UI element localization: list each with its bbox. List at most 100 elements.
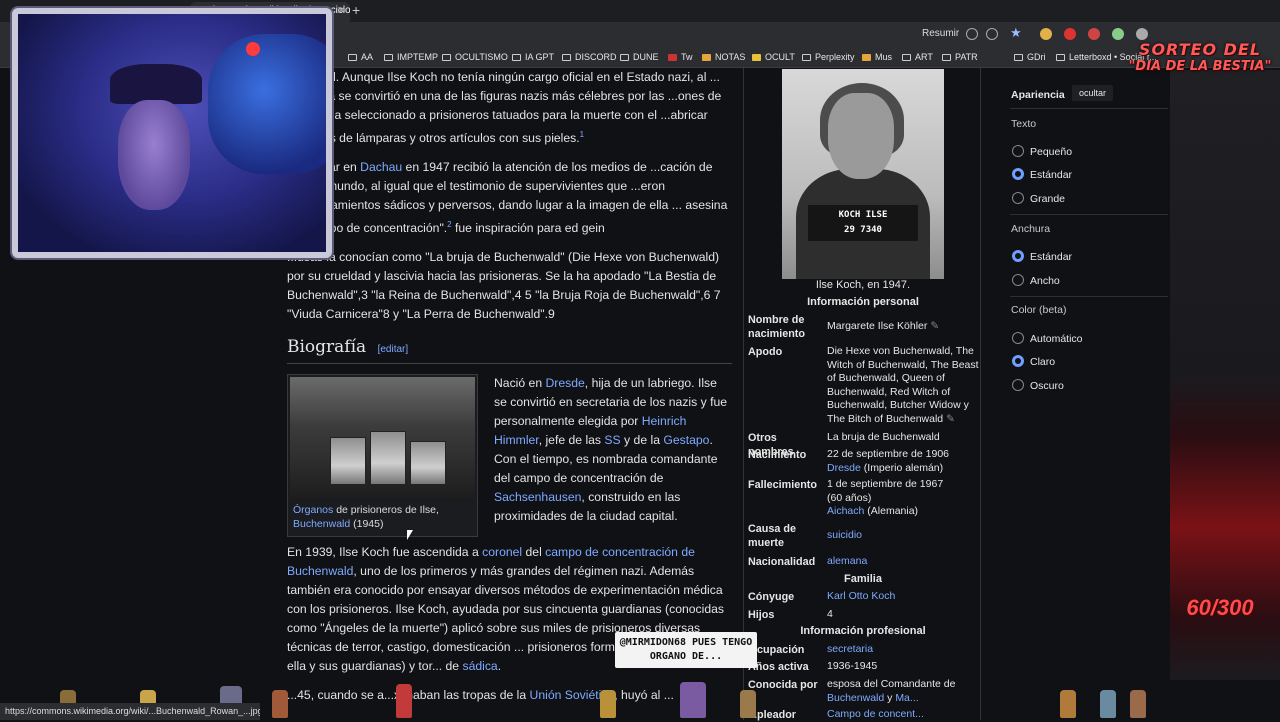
appearance-title: Apariencia — [1011, 89, 1065, 101]
more-icon[interactable] — [986, 28, 998, 40]
chat-message-bubble: @MIRMIDON68 PUES TENGO ORGANO DE... — [615, 632, 757, 668]
radio-icon — [1012, 274, 1024, 286]
section-heading: Biografía [editar] — [287, 338, 732, 365]
infobox: KOCH ILSE 29 7340 Ilse Koch, en 1947. In… — [743, 68, 981, 721]
radio-width-wide[interactable]: Ancho — [1012, 274, 1060, 287]
infobox-section-personal: Información personal — [807, 296, 919, 308]
folder-icon — [702, 54, 711, 61]
bookmark-folder[interactable]: DUNE — [620, 52, 659, 62]
link-dachau[interactable]: Dachau — [360, 160, 402, 174]
radio-icon — [1012, 332, 1024, 344]
giveaway-title: SORTEO DEL "DIA DE LA BESTIA" — [1128, 40, 1272, 74]
link-alemana[interactable]: alemana — [827, 555, 979, 569]
bookmark-gdrive[interactable]: GDri — [1014, 52, 1046, 62]
streamer-hat — [110, 64, 202, 104]
giveaway-counter: 60/300 — [1186, 595, 1254, 620]
drive-icon — [1014, 54, 1023, 61]
folder-icon — [512, 54, 521, 61]
ilse-koch-portrait[interactable]: KOCH ILSE 29 7340 — [782, 69, 944, 279]
twitter-icon — [668, 54, 677, 61]
figure-organos: Órganos de prisioneros de Ilse, Buchenwa… — [287, 374, 478, 538]
bookmark-folder[interactable]: IA GPT — [512, 52, 554, 62]
bookmark-twitter[interactable]: Tw — [668, 52, 693, 62]
folder-icon — [752, 54, 761, 61]
extension-icon[interactable] — [1088, 28, 1100, 40]
radio-text-small[interactable]: Pequeño — [1012, 145, 1072, 158]
edit-section-link[interactable]: editar — [380, 344, 405, 355]
patreon-icon — [942, 54, 951, 61]
folder-icon — [348, 54, 357, 61]
bookmark-patreon[interactable]: PATR — [942, 52, 978, 62]
intro-paragraph-3: ...usas la conocían como "La bruja de Bu… — [287, 250, 721, 322]
radio-color-dark[interactable]: Oscuro — [1012, 379, 1064, 392]
radio-text-large[interactable]: Grande — [1012, 192, 1065, 205]
radio-icon — [1012, 379, 1024, 391]
extension-icon[interactable] — [1040, 28, 1052, 40]
streamer-face — [118, 100, 190, 210]
monster-eye — [246, 42, 260, 56]
bookmark-art[interactable]: ART — [902, 52, 933, 62]
bookmark-folder[interactable]: Mus — [862, 52, 892, 62]
bookmark-star-icon[interactable]: ★ — [1010, 26, 1022, 39]
edit-pencil-icon[interactable]: ✎ — [930, 320, 939, 332]
link-aichach[interactable]: Aichach — [827, 505, 864, 517]
color-group-label: Color (beta) — [1011, 304, 1067, 316]
bookmark-folder[interactable]: AA — [348, 52, 373, 62]
webcam-overlay — [12, 8, 332, 258]
intro-paragraph-1: ...enwald. Aunque Ilse Koch no tenía nin… — [287, 70, 722, 146]
prisoner-sign: KOCH ILSE 29 7340 — [808, 205, 918, 241]
radio-selected-icon — [1012, 355, 1024, 367]
adblock-icon[interactable] — [1064, 28, 1076, 40]
folder-icon — [442, 54, 451, 61]
folder-icon — [384, 54, 393, 61]
bookmark-folder[interactable]: IMPTEMP — [384, 52, 438, 62]
intro-paragraph-2: ...o militar en Dachau en 1947 recibió l… — [287, 160, 728, 236]
infobox-section-profesional: Información profesional — [800, 625, 926, 637]
radio-icon — [1012, 192, 1024, 204]
resumir-button[interactable]: Resumir — [922, 28, 959, 39]
close-tab-icon[interactable]: ✕ — [337, 2, 346, 20]
link-gestapo[interactable]: Gestapo — [663, 433, 709, 447]
letterboxd-icon — [1056, 54, 1065, 61]
monster-artwork — [208, 34, 326, 174]
reader-icon[interactable] — [966, 28, 978, 40]
radio-color-auto[interactable]: Automático — [1012, 332, 1083, 345]
link-sachsenhausen[interactable]: Sachsenhausen — [494, 490, 581, 504]
radio-width-standard[interactable]: Estándar — [1012, 250, 1072, 263]
radio-color-light[interactable]: Claro — [1012, 355, 1055, 368]
link-secretaria[interactable]: secretaria — [827, 643, 979, 657]
edit-pencil-icon[interactable]: ✎ — [946, 413, 955, 425]
link-ss[interactable]: SS — [604, 433, 620, 447]
bookmark-perplexity[interactable]: Perplexity — [802, 52, 855, 62]
text-size-group-label: Texto — [1011, 118, 1037, 130]
bookmark-folder[interactable]: NOTAS — [702, 52, 745, 62]
link-karl-otto-koch[interactable]: Karl Otto Koch — [827, 590, 979, 604]
infobox-section-familia: Familia — [844, 573, 882, 585]
bookmark-folder[interactable]: DISCORD — [562, 52, 617, 62]
link-coronel[interactable]: coronel — [482, 545, 522, 559]
new-tab-button[interactable]: + — [352, 2, 360, 18]
footnote-ref[interactable]: 1 — [580, 130, 584, 139]
link-dresde[interactable]: Dresde — [546, 376, 585, 390]
bookmark-folder[interactable]: OCULT — [752, 52, 795, 62]
art-icon — [902, 54, 911, 61]
link-suicidio[interactable]: suicidio — [827, 529, 979, 543]
folder-icon — [862, 54, 871, 61]
radio-selected-icon — [1012, 250, 1024, 262]
link-buchenwald[interactable]: Buchenwald — [293, 518, 350, 530]
decorative-side-panel — [1170, 70, 1280, 680]
link-dresde[interactable]: Dresde — [827, 462, 861, 474]
organs-photo[interactable] — [290, 377, 475, 500]
link-organos[interactable]: Órganos — [293, 504, 333, 516]
mouse-cursor-icon — [407, 530, 413, 540]
bookmark-folder[interactable]: OCULTISMO — [442, 52, 508, 62]
radio-text-standard[interactable]: Estándar — [1012, 168, 1072, 181]
hide-appearance-button[interactable]: ocultar — [1072, 85, 1114, 101]
appearance-panel: Apariencia ocultar Texto Pequeño Estánda… — [1000, 68, 1170, 720]
extension-icon[interactable] — [1136, 28, 1148, 40]
infobox-caption: Ilse Koch, en 1947. — [815, 279, 911, 291]
radio-icon — [1012, 145, 1024, 157]
extension-icon[interactable] — [1112, 28, 1124, 40]
folder-icon — [562, 54, 571, 61]
figure-caption: Órganos de prisioneros de Ilse, Buchenwa… — [293, 504, 439, 531]
